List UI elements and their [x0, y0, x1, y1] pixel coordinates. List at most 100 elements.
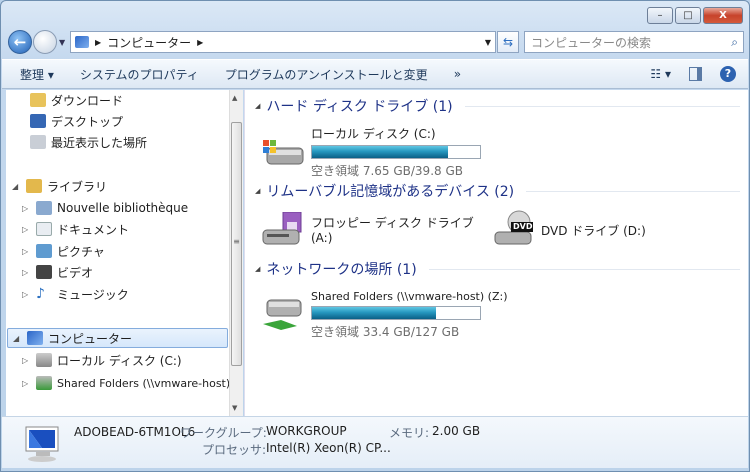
nav-item-recent-places[interactable]: 最近表示した場所: [30, 132, 147, 152]
system-properties-button[interactable]: システムのプロパティ: [67, 66, 212, 83]
collapse-icon[interactable]: ◢: [255, 102, 260, 110]
collapsed-arrow-icon[interactable]: ▷: [22, 290, 31, 299]
maximize-button[interactable]: □: [675, 7, 701, 24]
network-drive-icon: [261, 298, 305, 332]
group-title: ネットワークの場所 (1): [266, 262, 417, 278]
explorer-window: – □ X ← ▼ ▶ コンピューター ▶ ▼ ⇆ コンピューターの検索 ⌕ 整…: [0, 0, 750, 472]
drive-name: Shared Folders (\\vmware-host) (Z:): [311, 290, 508, 303]
drive-item-dvd[interactable]: DVD ドライブ (D:): [541, 222, 646, 239]
nav-item-library[interactable]: ▷ Nouvelle bibliothèque: [22, 198, 188, 218]
nav-label: デスクトップ: [51, 114, 124, 129]
videos-icon: [36, 265, 52, 279]
help-icon[interactable]: ?: [720, 66, 736, 82]
navigation-pane: ダウンロード デスクトップ 最近表示した場所 ◢ ライブラリ ▷ Nouvelle …: [6, 90, 243, 416]
back-button[interactable]: ←: [8, 30, 32, 54]
floppy-drive-icon: [261, 211, 305, 246]
documents-icon: [36, 222, 52, 236]
scroll-up-icon[interactable]: ▲: [232, 94, 237, 102]
nav-item-music[interactable]: ▷ ♪ ミュージック: [22, 284, 129, 304]
nav-label: ピクチャ: [57, 244, 105, 259]
address-dropdown-icon[interactable]: ▼: [485, 38, 491, 47]
organize-menu[interactable]: 整理 ▾: [2, 66, 67, 83]
expanded-arrow-icon[interactable]: ◢: [13, 334, 22, 343]
group-header-removable[interactable]: ◢ リムーバブル記憶域があるデバイス (2): [255, 181, 740, 201]
memory-value: 2.00 GB: [432, 424, 481, 438]
uninstall-programs-button[interactable]: プログラムのアンインストールと変更: [212, 66, 441, 83]
collapsed-arrow-icon[interactable]: ▷: [22, 225, 31, 234]
drive-free-space: 空き領域 33.4 GB/127 GB: [311, 325, 460, 339]
group-title: リムーバブル記憶域があるデバイス (2): [266, 184, 515, 200]
caption-buttons: – □ X: [647, 7, 743, 24]
preview-pane-icon[interactable]: [689, 67, 702, 81]
collapse-icon[interactable]: ◢: [255, 187, 260, 195]
refresh-button[interactable]: ⇆: [497, 31, 519, 53]
recent-pages-dropdown[interactable]: ▼: [59, 38, 65, 47]
nav-label: ドキュメント: [57, 222, 130, 237]
collapsed-arrow-icon[interactable]: ▷: [22, 379, 31, 388]
downloads-folder-icon: [30, 93, 46, 107]
more-commands-button[interactable]: »: [441, 67, 474, 81]
nav-item-downloads[interactable]: ダウンロード: [30, 90, 123, 110]
view-options-icon[interactable]: ☷ ▾: [650, 67, 671, 81]
collapsed-arrow-icon[interactable]: ▷: [22, 247, 31, 256]
workgroup-label: ワークグループ:: [180, 426, 267, 440]
search-input[interactable]: コンピューターの検索 ⌕: [524, 31, 744, 53]
nav-item-pictures[interactable]: ▷ ピクチャ: [22, 241, 105, 261]
close-button[interactable]: X: [703, 7, 743, 24]
collapsed-arrow-icon[interactable]: ▷: [22, 268, 31, 277]
nav-item-libraries[interactable]: ◢ ライブラリ: [12, 176, 107, 196]
nav-item-computer[interactable]: ◢ コンピューター: [7, 328, 228, 348]
nav-item-desktop[interactable]: デスクトップ: [30, 111, 123, 131]
search-placeholder: コンピューターの検索: [531, 35, 652, 50]
forward-button[interactable]: [33, 30, 57, 54]
desktop-icon: [30, 114, 46, 128]
address-bar[interactable]: ▶ コンピューター ▶ ▼: [70, 31, 496, 53]
nav-label: ローカル ディスク (C:): [57, 353, 182, 368]
scroll-down-icon[interactable]: ▼: [232, 404, 237, 412]
collapsed-arrow-icon[interactable]: ▷: [22, 204, 31, 213]
group-title: ハード ディスク ドライブ (1): [266, 99, 453, 115]
pictures-icon: [36, 244, 52, 258]
expanded-arrow-icon[interactable]: ◢: [12, 182, 21, 191]
nav-label: ミュージック: [57, 287, 129, 302]
minimize-button[interactable]: –: [647, 7, 673, 24]
collapsed-arrow-icon[interactable]: ▷: [22, 356, 31, 365]
nav-label: ダウンロード: [51, 93, 124, 108]
group-header-network[interactable]: ◢ ネットワークの場所 (1): [255, 259, 740, 279]
scrollbar-thumb[interactable]: ≡: [231, 122, 242, 366]
breadcrumb-chevron-icon[interactable]: ▶: [95, 38, 101, 47]
nav-item-shared-folders[interactable]: ▷ Shared Folders (\\vmware-host) (Z:): [22, 373, 243, 393]
group-header-hard-disks[interactable]: ◢ ハード ディスク ドライブ (1): [255, 96, 740, 116]
nav-scrollbar[interactable]: ▲ ≡ ▼: [229, 90, 243, 416]
nav-item-documents[interactable]: ▷ ドキュメント: [22, 219, 129, 239]
back-arrow-icon: ←: [13, 33, 27, 51]
nav-label: Nouvelle bibliothèque: [57, 201, 189, 215]
network-drive-icon: [36, 376, 52, 390]
nav-label: 最近表示した場所: [51, 135, 148, 150]
nav-item-videos[interactable]: ▷ ビデオ: [22, 262, 93, 282]
drive-item-shared-folders[interactable]: Shared Folders (\\vmware-host) (Z:) 空き領域…: [311, 290, 508, 340]
drive-item-floppy[interactable]: フロッピー ディスク ドライブ (A:): [311, 214, 474, 245]
computer-large-icon: [22, 425, 62, 466]
computer-name: ADOBEAD-6TM1OL6: [74, 425, 196, 439]
collapse-icon[interactable]: ◢: [255, 265, 260, 273]
library-icon: [26, 179, 42, 193]
drive-letter: (A:): [311, 231, 333, 245]
drive-usage-bar: [311, 145, 481, 159]
content-pane: ◢ ハード ディスク ドライブ (1) ローカル ディスク (C:) 空き領域 7…: [244, 90, 748, 416]
music-icon: ♪: [36, 286, 45, 302]
drive-name: ローカル ディスク (C:): [311, 127, 436, 141]
nav-label: ビデオ: [57, 265, 94, 280]
nav-item-local-disk[interactable]: ▷ ローカル ディスク (C:): [22, 350, 182, 370]
computer-icon: [75, 36, 89, 48]
breadcrumb-chevron-icon[interactable]: ▶: [197, 38, 203, 47]
recent-places-icon: [30, 135, 46, 149]
breadcrumb-computer[interactable]: コンピューター: [107, 34, 191, 51]
drive-name: フロッピー ディスク ドライブ: [311, 216, 474, 230]
drive-item-local-disk[interactable]: ローカル ディスク (C:) 空き領域 7.65 GB/39.8 GB: [311, 125, 481, 179]
details-pane: ADOBEAD-6TM1OL6 ワークグループ: WORKGROUP メモリ: …: [2, 416, 748, 468]
search-icon[interactable]: ⌕: [731, 35, 738, 50]
nav-label: ライブラリ: [47, 179, 108, 194]
refresh-icon: ⇆: [502, 35, 514, 49]
library-icon: [36, 201, 52, 215]
